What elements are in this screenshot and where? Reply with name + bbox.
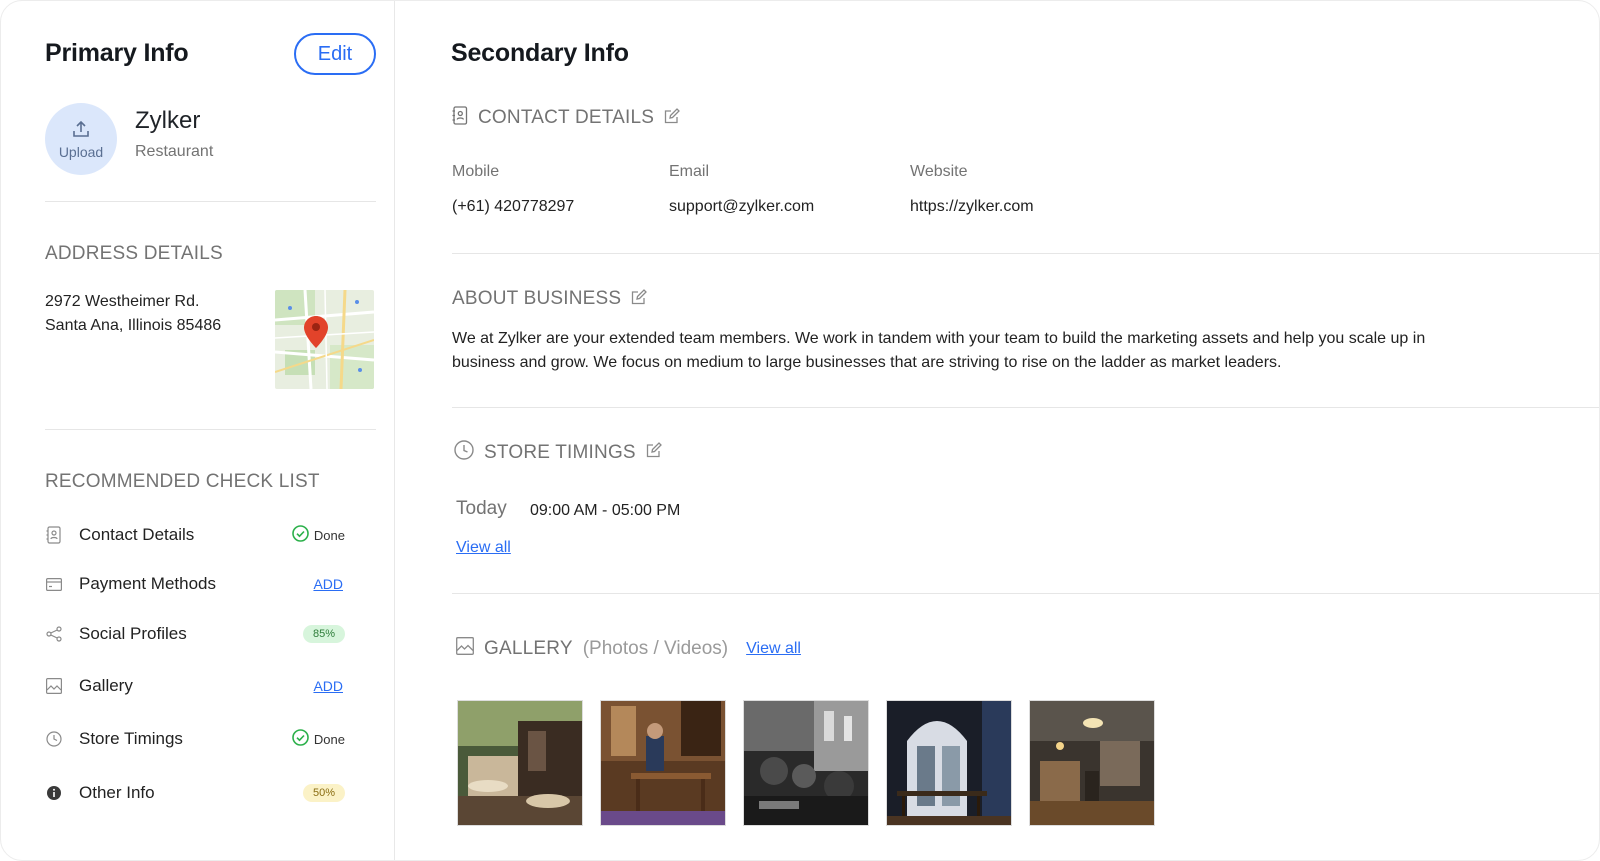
view-all-gallery-link[interactable]: View all: [746, 640, 801, 658]
status-badge: Done: [292, 729, 345, 749]
gallery-photo[interactable]: [886, 700, 1012, 826]
checklist-item-gallery[interactable]: Gallery ADD: [45, 671, 355, 701]
checklist-item-label: Social Profiles: [79, 624, 187, 643]
website-value: https://zylker.com: [910, 198, 1034, 215]
contact-book-icon: [452, 106, 468, 130]
gallery-photo[interactable]: [457, 700, 583, 826]
mobile-value: (+61) 420778297: [452, 198, 575, 215]
about-business-heading: ABOUT BUSINESS: [452, 288, 622, 309]
about-business-header: ABOUT BUSINESS: [452, 288, 648, 310]
image-icon: [45, 677, 63, 695]
clock-icon: [454, 440, 474, 465]
website-label: Website: [910, 163, 968, 180]
add-payment-methods-link[interactable]: ADD: [313, 576, 343, 592]
map-pin-icon: [304, 316, 328, 353]
contact-details-header: CONTACT DETAILS: [452, 106, 681, 130]
check-circle-icon: [292, 729, 309, 749]
checklist-item-contact-details[interactable]: Contact Details Done: [45, 520, 355, 550]
checklist-item-social-profiles[interactable]: Social Profiles 85%: [45, 619, 355, 649]
progress-badge: 85%: [302, 625, 345, 643]
address-line-1: 2972 Westheimer Rd.: [45, 293, 200, 310]
checklist-item-label: Contact Details: [79, 525, 195, 544]
info-icon: [45, 784, 63, 802]
gallery-heading: GALLERY: [484, 637, 573, 659]
edit-about-icon[interactable]: [631, 288, 648, 310]
divider: [45, 201, 376, 202]
business-name: Zylker: [135, 107, 201, 134]
edit-button[interactable]: Edit: [294, 33, 376, 75]
card-icon: [45, 575, 63, 593]
email-label: Email: [669, 163, 710, 180]
upload-avatar[interactable]: Upload: [45, 103, 117, 175]
edit-timings-icon[interactable]: [646, 442, 662, 463]
divider: [452, 407, 1599, 408]
contact-book-icon: [45, 526, 63, 544]
add-gallery-link[interactable]: ADD: [313, 678, 343, 694]
progress-badge: 50%: [302, 784, 345, 802]
gallery-header: GALLERY (Photos / Videos) View all: [456, 637, 801, 660]
email-value: support@zylker.com: [669, 198, 815, 215]
status-text: Done: [313, 527, 345, 543]
business-profile-card: Primary Info Edit Upload Zylker Restaura…: [0, 0, 1600, 861]
upload-label: Upload: [58, 143, 104, 160]
checklist-item-label: Gallery: [79, 676, 133, 695]
checklist-item-store-timings[interactable]: Store Timings Done: [45, 724, 355, 754]
about-text-line-2: business and grow. We focus on medium to…: [452, 354, 1282, 371]
store-timings-header: STORE TIMINGS: [454, 440, 662, 465]
divider: [45, 429, 376, 430]
checklist-item-label: Payment Methods: [79, 574, 217, 593]
business-type: Restaurant: [135, 143, 214, 160]
image-icon: [456, 637, 474, 660]
address-heading: ADDRESS DETAILS: [45, 243, 223, 264]
primary-info-title: Primary Info: [45, 39, 189, 67]
divider: [452, 253, 1599, 254]
checklist-item-payment-methods[interactable]: Payment Methods ADD: [45, 569, 355, 599]
view-all-timings-link[interactable]: View all: [456, 539, 511, 557]
gallery-subheading: (Photos / Videos): [582, 637, 729, 659]
edit-contact-icon[interactable]: [664, 107, 681, 129]
contact-details-heading: CONTACT DETAILS: [478, 107, 655, 128]
about-text-line-1: We at Zylker are your extended team memb…: [452, 330, 1426, 347]
divider: [452, 593, 1599, 594]
gallery-photo[interactable]: [1029, 700, 1155, 826]
checklist-item-other-info[interactable]: Other Info 50%: [45, 778, 355, 808]
today-label: Today: [456, 498, 507, 519]
secondary-info-title: Secondary Info: [451, 39, 629, 67]
gallery-photo[interactable]: [743, 700, 869, 826]
mobile-label: Mobile: [452, 163, 500, 180]
checklist-item-label: Other Info: [79, 783, 155, 802]
status-badge: Done: [292, 525, 345, 545]
gallery-photo[interactable]: [600, 700, 726, 826]
status-text: Done: [313, 731, 345, 747]
store-timings-heading: STORE TIMINGS: [484, 441, 636, 463]
checklist-item-label: Store Timings: [79, 729, 183, 748]
primary-info-panel: Primary Info Edit Upload Zylker Restaura…: [1, 1, 395, 860]
today-hours: 09:00 AM - 05:00 PM: [530, 502, 681, 519]
address-line-2: Santa Ana, Illinois 85486: [45, 317, 222, 334]
upload-icon: [71, 119, 91, 142]
check-circle-icon: [292, 525, 309, 545]
checklist-heading: RECOMMENDED CHECK LIST: [45, 471, 320, 492]
share-icon: [45, 625, 63, 643]
location-map[interactable]: [275, 290, 374, 389]
clock-icon: [45, 730, 63, 748]
secondary-info-panel: Secondary Info CONTACT DETAILS Mobile (+…: [395, 1, 1599, 860]
